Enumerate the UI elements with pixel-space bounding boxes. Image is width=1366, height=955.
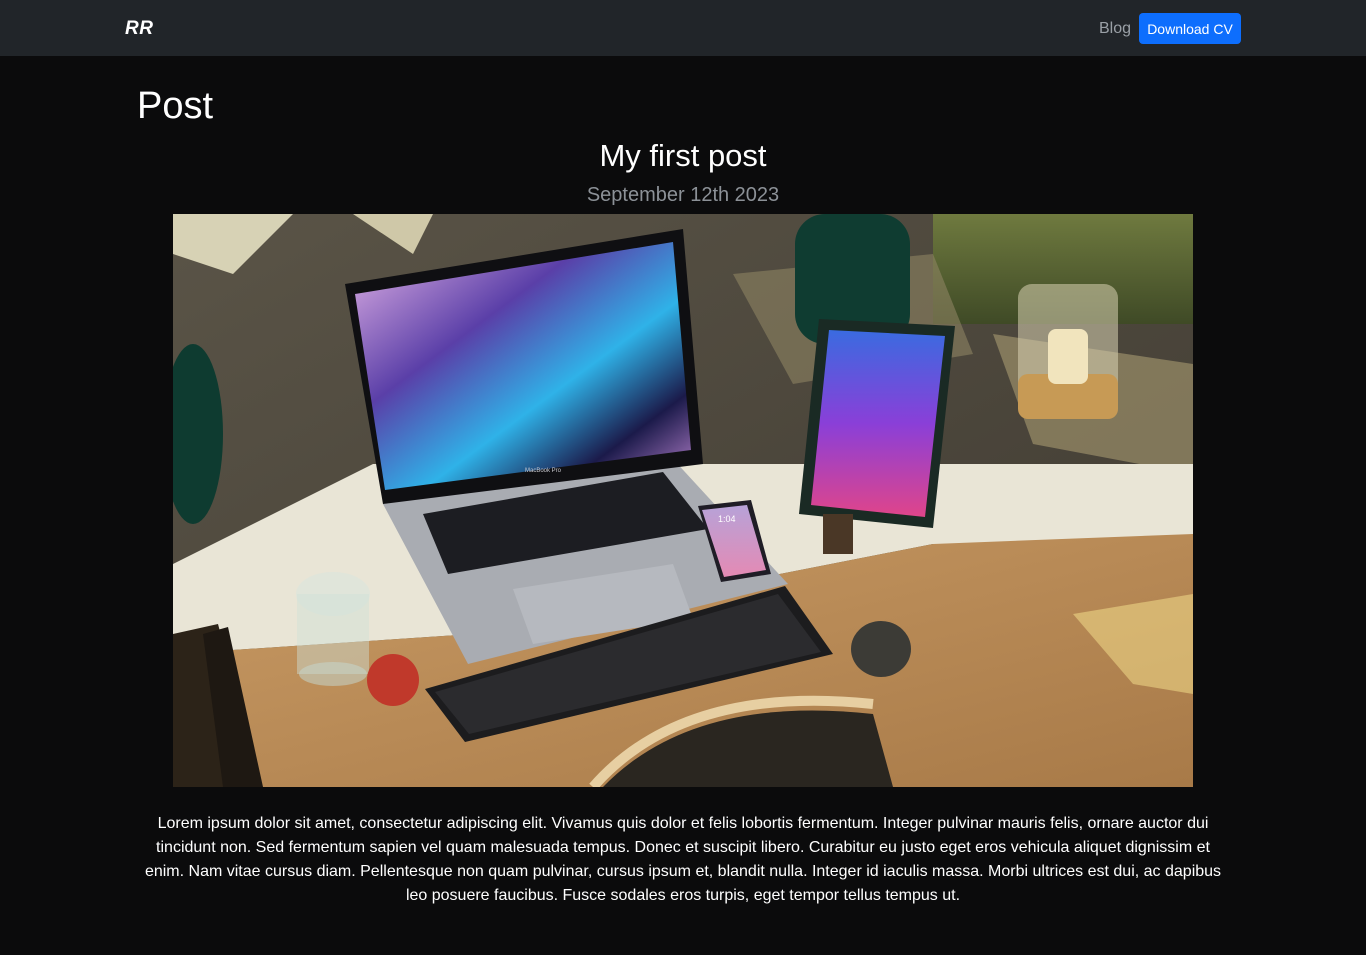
post-body: Lorem ipsum dolor sit amet, consectetur … [144, 815, 1222, 904]
laptop-label: MacBook Pro [525, 468, 562, 474]
phone-time: 1:04 [718, 514, 736, 524]
nav-link-blog[interactable]: Blog [1099, 20, 1131, 38]
navbar: RR Blog Download CV [0, 0, 1366, 56]
post-title: My first post [599, 138, 767, 173]
post-image: MacBook Pro 1:04 [173, 214, 1193, 787]
desk-illustration: MacBook Pro 1:04 [173, 214, 1193, 787]
download-cv-button[interactable]: Download CV [1139, 13, 1241, 44]
brand-logo[interactable]: RR [125, 18, 153, 40]
post-date: September 12th 2023 [586, 184, 780, 206]
page-title: Post [137, 85, 214, 127]
